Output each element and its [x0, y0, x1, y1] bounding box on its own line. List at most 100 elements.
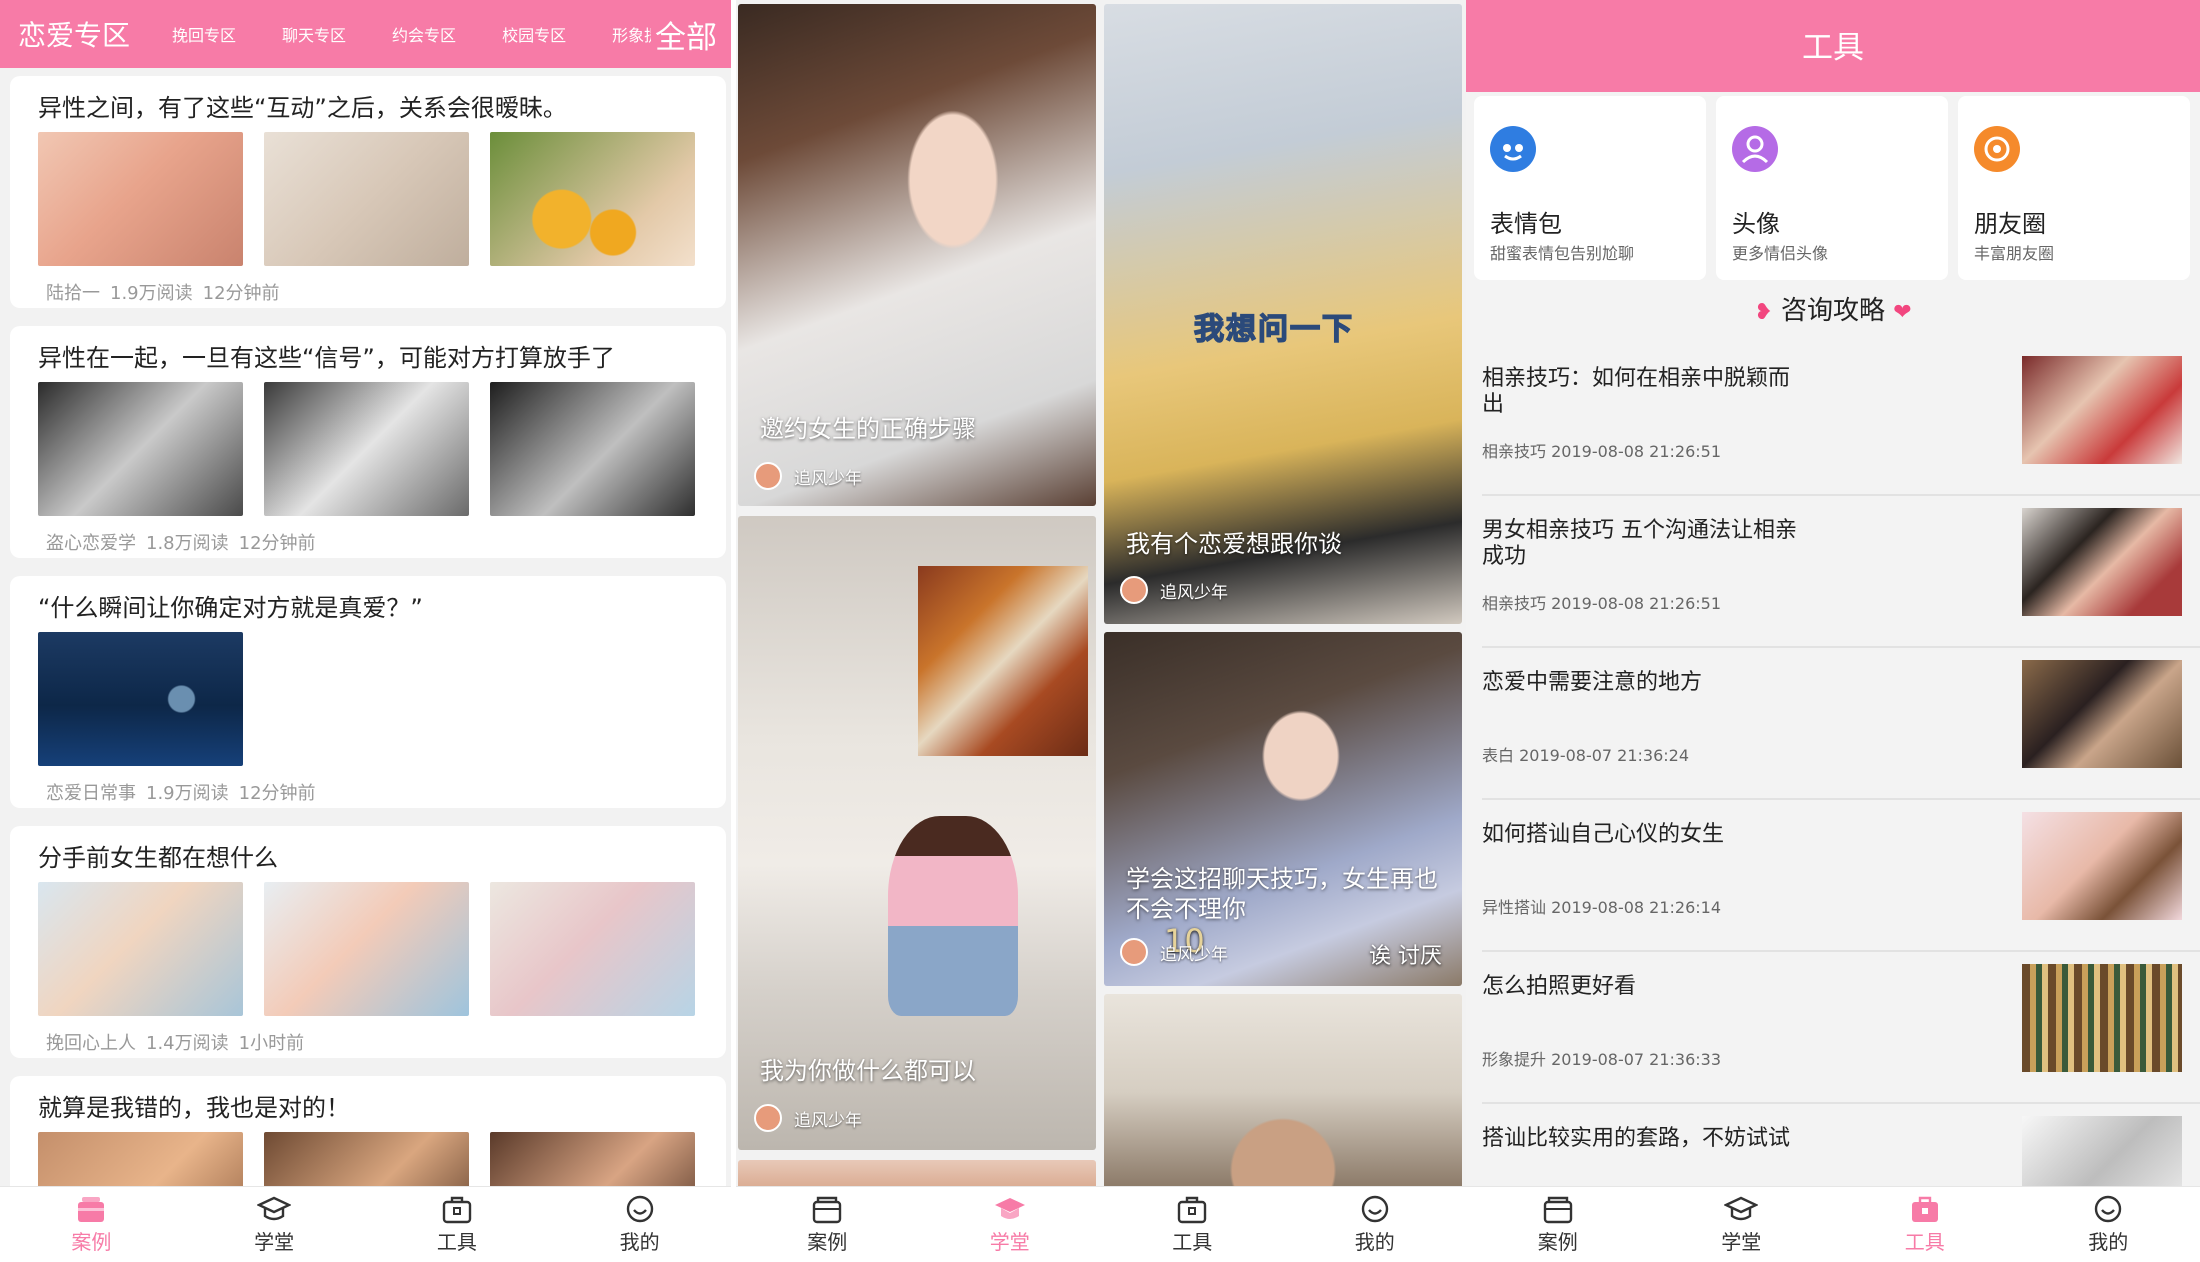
article-meta: 相亲技巧 2019-08-08 21:26:51 [1482, 442, 1722, 461]
toolbox-icon [1911, 1196, 1938, 1222]
article-card[interactable]: 异性在一起，一旦有这些“信号”，可能对方打算放手了 盗心恋爱学 1.8万阅读 12分… [10, 326, 726, 558]
emoji-icon [1490, 126, 1536, 172]
bottom-tab-bar: 案例 学堂 工具 我的 [1466, 1186, 2200, 1262]
article-row[interactable]: 相亲技巧：如何在相亲中脱颖而出 相亲技巧 2019-08-08 21:26:51 [1482, 344, 2200, 496]
video-caption: 我为你做什么都可以 [760, 1057, 976, 1085]
tab-tools[interactable]: 工具 [1101, 1187, 1284, 1262]
tool-avatars[interactable]: 头像 更多情侣头像 [1716, 96, 1948, 280]
smiley-icon [2095, 1195, 2122, 1223]
video-author: 追风少年 [1120, 576, 1228, 604]
tab-dating[interactable]: 约会专区 [392, 22, 456, 46]
tab-mine[interactable]: 我的 [1284, 1187, 1467, 1262]
heart-icon: ❥ [1754, 300, 1773, 325]
heart-icon: ❤ [1893, 300, 1912, 325]
tool-moments[interactable]: 朋友圈 丰富朋友圈 [1958, 96, 2190, 280]
tab-cases[interactable]: 案例 [1466, 1187, 1650, 1262]
article-title: 就算是我错的，我也是对的！ [38, 1094, 350, 1122]
article-card[interactable]: 分手前女生都在想什么 挽回心上人 1.4万阅读 1小时前 [10, 826, 726, 1058]
all-categories-button[interactable]: 全部 [651, 12, 717, 57]
person-figure [888, 816, 1018, 1016]
briefcase-icon [1543, 1196, 1572, 1224]
article-thumbnail [38, 132, 243, 266]
article-row[interactable]: 男女相亲技巧 五个沟通法让相亲成功 相亲技巧 2019-08-08 21:26:… [1482, 496, 2200, 648]
love-zone-screen: 恋爱专区 挽回专区 聊天专区 约会专区 校园专区 形象提 全部 异性之间，有了这… [0, 0, 731, 1262]
video-card[interactable]: 邀约女生的正确步骤 追风少年 [738, 4, 1096, 506]
article-title: 男女相亲技巧 五个沟通法让相亲成功 [1482, 518, 1797, 569]
painting-decor [918, 566, 1088, 756]
avatar [1120, 938, 1148, 966]
tab-mine[interactable]: 我的 [2017, 1187, 2200, 1262]
avatar [754, 462, 782, 490]
tool-name: 表情包 [1490, 210, 1562, 238]
tab-recover[interactable]: 挽回专区 [172, 22, 236, 46]
article-meta: 挽回心上人 1.4万阅读 1小时前 [46, 1033, 305, 1054]
video-author: 追风少年 [754, 1104, 862, 1132]
article-thumbnail [490, 382, 695, 516]
tab-school[interactable]: 学堂 [1650, 1187, 1834, 1262]
tab-school[interactable]: 学堂 [183, 1187, 366, 1262]
avatar [754, 1104, 782, 1132]
tab-chat[interactable]: 聊天专区 [282, 22, 346, 46]
article-meta: 相亲技巧 2019-08-08 21:26:51 [1482, 594, 1722, 613]
video-overlay-text: 我想问一下 [1193, 311, 1354, 348]
video-caption: 学会这招聊天技巧，女生再也不会不理你 [1126, 865, 1438, 923]
article-thumbnail [38, 882, 243, 1016]
tab-tools[interactable]: 工具 [1833, 1187, 2017, 1262]
article-title: “什么瞬间让你确定对方就是真爱？” [38, 594, 423, 622]
article-meta: 表白 2019-08-07 21:36:24 [1482, 746, 1690, 765]
tool-name: 头像 [1732, 210, 1780, 238]
video-card[interactable] [1104, 994, 1462, 1190]
toolbox-icon [1178, 1196, 1207, 1224]
article-title: 如何搭讪自己心仪的女生 [1482, 822, 1725, 847]
article-title: 相亲技巧：如何在相亲中脱颖而出 [1482, 366, 1791, 417]
article-thumbnail [2022, 812, 2182, 920]
toolbox-icon [442, 1196, 472, 1224]
video-caption: 邀约女生的正确步骤 [760, 415, 976, 443]
tab-campus[interactable]: 校园专区 [502, 22, 566, 46]
article-thumbnail [38, 382, 243, 516]
avatar-icon [1732, 126, 1778, 172]
tools-header: 工具 [1466, 0, 2200, 92]
article-row[interactable]: 如何搭讪自己心仪的女生 异性搭讪 2019-08-08 21:26:14 [1482, 800, 2200, 952]
article-title: 怎么拍照更好看 [1482, 974, 1637, 999]
tool-stickers[interactable]: 表情包 甜蜜表情包告别尬聊 [1474, 96, 1706, 280]
video-card[interactable]: 我为你做什么都可以 追风少年 [738, 516, 1096, 1150]
article-thumbnail [2022, 356, 2182, 464]
article-meta: 盗心恋爱学 1.8万阅读 12分钟前 [46, 533, 316, 554]
article-thumbnail [264, 132, 469, 266]
page-title: 恋爱专区 [18, 19, 131, 52]
page-title: 工具 [1802, 30, 1864, 66]
video-overlay-tag: 诶 讨厌 [1369, 944, 1442, 969]
article-title: 异性在一起，一旦有这些“信号”，可能对方打算放手了 [38, 344, 615, 372]
category-header: 恋爱专区 挽回专区 聊天专区 约会专区 校园专区 形象提 全部 [0, 0, 731, 68]
graduation-cap-icon [1724, 1196, 1759, 1221]
graduation-cap-icon [257, 1196, 292, 1221]
video-author: 追风少年 [1120, 938, 1228, 966]
article-meta: 恋爱日常事 1.9万阅读 12分钟前 [46, 783, 316, 804]
briefcase-icon [813, 1196, 842, 1224]
video-card[interactable]: 学会这招聊天技巧，女生再也不会不理你 10 追风少年 诶 讨厌 [1104, 632, 1462, 986]
article-thumbnail [490, 882, 695, 1016]
article-thumbnail [490, 132, 695, 266]
tab-school[interactable]: 学堂 [919, 1187, 1102, 1262]
video-card[interactable]: 我想问一下 我有个恋爱想跟你谈 追风少年 [1104, 4, 1462, 624]
article-card[interactable]: “什么瞬间让你确定对方就是真爱？” 恋爱日常事 1.9万阅读 12分钟前 [10, 576, 726, 808]
tab-cases[interactable]: 案例 [736, 1187, 919, 1262]
graduation-cap-icon [994, 1198, 1025, 1219]
tab-cases[interactable]: 案例 [0, 1187, 183, 1262]
article-row[interactable]: 怎么拍照更好看 形象提升 2019-08-07 21:36:33 [1482, 952, 2200, 1104]
section-heading: ❥ 咨询攻略 ❤ [1754, 296, 1912, 326]
article-meta: 形象提升 2019-08-07 21:36:33 [1482, 1050, 1722, 1069]
bottom-tab-bar: 案例 学堂 工具 我的 [736, 1186, 1466, 1262]
tab-mine[interactable]: 我的 [548, 1187, 731, 1262]
tool-name: 朋友圈 [1974, 210, 2046, 238]
tab-tools[interactable]: 工具 [366, 1187, 549, 1262]
article-title: 恋爱中需要注意的地方 [1482, 670, 1703, 695]
briefcase-icon [78, 1197, 105, 1222]
article-row[interactable]: 恋爱中需要注意的地方 表白 2019-08-07 21:36:24 [1482, 648, 2200, 800]
bottom-tab-bar: 案例 学堂 工具 我的 [0, 1186, 731, 1262]
article-thumbnail [264, 882, 469, 1016]
avatar [1120, 576, 1148, 604]
article-card[interactable]: 异性之间，有了这些“互动”之后，关系会很暧昧。 陆拾一 1.9万阅读 12分钟前 [10, 76, 726, 308]
article-meta: 异性搭讪 2019-08-08 21:26:14 [1482, 898, 1722, 917]
